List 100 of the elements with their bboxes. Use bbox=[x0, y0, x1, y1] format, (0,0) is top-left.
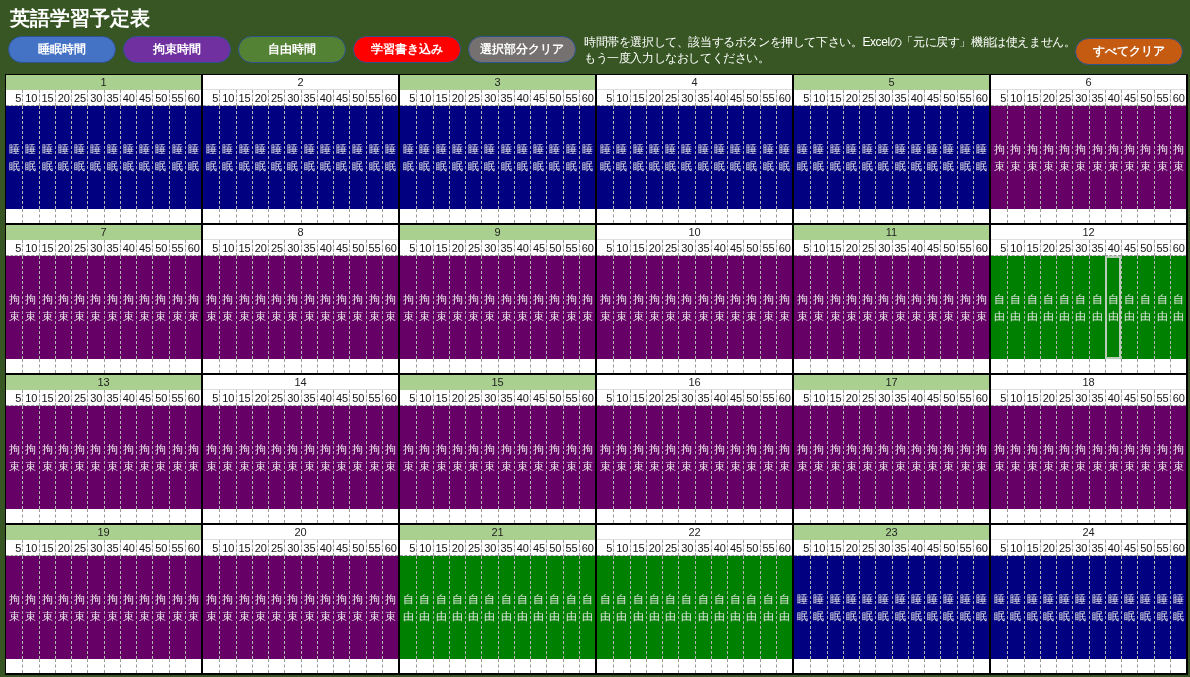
schedule-cell[interactable]: 拘束 bbox=[613, 406, 630, 509]
schedule-cell[interactable]: 睡眠 bbox=[1007, 556, 1024, 659]
schedule-cell[interactable]: 拘束 bbox=[136, 256, 153, 359]
schedule-cell[interactable]: 拘束 bbox=[465, 406, 482, 509]
schedule-cell[interactable]: 拘束 bbox=[727, 406, 744, 509]
schedule-cell[interactable]: 拘束 bbox=[530, 406, 547, 509]
schedule-cell[interactable]: 自由 bbox=[546, 556, 563, 659]
schedule-cell[interactable]: 拘束 bbox=[268, 556, 285, 659]
schedule-cell[interactable]: 拘束 bbox=[597, 406, 614, 509]
schedule-cell[interactable]: 睡眠 bbox=[203, 106, 220, 209]
schedule-cell[interactable]: 睡眠 bbox=[416, 106, 433, 209]
schedule-cell[interactable]: 拘束 bbox=[810, 406, 827, 509]
schedule-cell[interactable]: 拘束 bbox=[1072, 406, 1089, 509]
schedule-cell[interactable]: 拘束 bbox=[1007, 106, 1024, 209]
schedule-cell[interactable]: 拘束 bbox=[136, 406, 153, 509]
schedule-cell[interactable]: 拘束 bbox=[333, 406, 350, 509]
schedule-cell[interactable]: 自由 bbox=[613, 556, 630, 659]
schedule-cell[interactable]: 拘束 bbox=[810, 256, 827, 359]
schedule-cell[interactable]: 拘束 bbox=[6, 406, 23, 509]
action-button[interactable]: 睡眠時間 bbox=[8, 36, 116, 63]
schedule-cell[interactable]: 拘束 bbox=[546, 406, 563, 509]
schedule-cell[interactable]: 睡眠 bbox=[333, 106, 350, 209]
schedule-cell[interactable]: 睡眠 bbox=[727, 106, 744, 209]
schedule-cell[interactable]: 拘束 bbox=[875, 256, 892, 359]
schedule-cell[interactable]: 睡眠 bbox=[349, 106, 366, 209]
schedule-cell[interactable]: 拘束 bbox=[678, 256, 695, 359]
schedule-cell[interactable]: 自由 bbox=[481, 556, 498, 659]
schedule-cell[interactable]: 睡眠 bbox=[597, 106, 614, 209]
schedule-cell[interactable]: 睡眠 bbox=[1121, 556, 1138, 659]
schedule-cell[interactable]: 睡眠 bbox=[6, 106, 23, 209]
schedule-cell[interactable]: 睡眠 bbox=[268, 106, 285, 209]
schedule-cell[interactable]: 睡眠 bbox=[875, 106, 892, 209]
schedule-cell[interactable]: 拘束 bbox=[71, 256, 88, 359]
schedule-cell[interactable]: 拘束 bbox=[743, 256, 760, 359]
schedule-cell[interactable]: 拘束 bbox=[284, 556, 301, 659]
schedule-cell[interactable]: 睡眠 bbox=[810, 106, 827, 209]
schedule-cell[interactable]: 拘束 bbox=[1072, 106, 1089, 209]
schedule-cell[interactable]: 睡眠 bbox=[940, 556, 957, 659]
schedule-cell[interactable]: 自由 bbox=[991, 256, 1008, 359]
schedule-cell[interactable]: 拘束 bbox=[416, 256, 433, 359]
schedule-cell[interactable]: 拘束 bbox=[22, 406, 39, 509]
schedule-cell[interactable]: 拘束 bbox=[465, 256, 482, 359]
schedule-cell[interactable]: 自由 bbox=[1072, 256, 1089, 359]
schedule-cell[interactable]: 拘束 bbox=[859, 406, 876, 509]
schedule-cell[interactable]: 拘束 bbox=[219, 406, 236, 509]
schedule-cell[interactable]: 拘束 bbox=[333, 556, 350, 659]
schedule-cell[interactable]: 拘束 bbox=[875, 406, 892, 509]
schedule-cell[interactable]: 拘束 bbox=[284, 406, 301, 509]
action-button[interactable]: 学習書き込み bbox=[353, 36, 461, 63]
schedule-cell[interactable]: 拘束 bbox=[416, 406, 433, 509]
schedule-cell[interactable]: 拘束 bbox=[991, 106, 1008, 209]
schedule-cell[interactable]: 拘束 bbox=[613, 256, 630, 359]
schedule-cell[interactable]: 自由 bbox=[597, 556, 614, 659]
schedule-cell[interactable]: 拘束 bbox=[6, 556, 23, 659]
schedule-cell[interactable]: 拘束 bbox=[203, 406, 220, 509]
schedule-cell[interactable]: 拘束 bbox=[284, 256, 301, 359]
schedule-cell[interactable]: 拘束 bbox=[1056, 406, 1073, 509]
schedule-cell[interactable]: 睡眠 bbox=[530, 106, 547, 209]
schedule-cell[interactable]: 拘束 bbox=[743, 406, 760, 509]
schedule-cell[interactable]: 拘束 bbox=[859, 256, 876, 359]
schedule-cell[interactable]: 睡眠 bbox=[1137, 556, 1154, 659]
schedule-cell[interactable]: 自由 bbox=[465, 556, 482, 659]
schedule-cell[interactable]: 睡眠 bbox=[22, 106, 39, 209]
schedule-cell[interactable]: 拘束 bbox=[727, 256, 744, 359]
schedule-cell[interactable]: 睡眠 bbox=[152, 106, 169, 209]
schedule-cell[interactable]: 拘束 bbox=[481, 406, 498, 509]
schedule-cell[interactable]: 自由 bbox=[662, 556, 679, 659]
schedule-cell[interactable]: 拘束 bbox=[333, 256, 350, 359]
schedule-cell[interactable]: 拘束 bbox=[530, 256, 547, 359]
schedule-cell[interactable]: 拘束 bbox=[87, 556, 104, 659]
schedule-cell[interactable]: 拘束 bbox=[152, 556, 169, 659]
schedule-cell[interactable]: 自由 bbox=[1137, 256, 1154, 359]
schedule-cell[interactable]: 拘束 bbox=[940, 256, 957, 359]
schedule-cell[interactable]: 睡眠 bbox=[481, 106, 498, 209]
schedule-cell[interactable]: 拘束 bbox=[481, 256, 498, 359]
schedule-cell[interactable]: 自由 bbox=[743, 556, 760, 659]
schedule-cell[interactable]: 睡眠 bbox=[87, 106, 104, 209]
schedule-cell[interactable]: 自由 bbox=[1007, 256, 1024, 359]
schedule-cell[interactable]: 睡眠 bbox=[465, 106, 482, 209]
schedule-cell[interactable]: 自由 bbox=[530, 556, 547, 659]
schedule-cell[interactable]: 睡眠 bbox=[875, 556, 892, 659]
schedule-cell[interactable]: 拘束 bbox=[1056, 106, 1073, 209]
schedule-cell[interactable]: 拘束 bbox=[203, 256, 220, 359]
schedule-cell[interactable]: 拘束 bbox=[87, 406, 104, 509]
schedule-cell[interactable]: 拘束 bbox=[219, 256, 236, 359]
schedule-cell[interactable]: 自由 bbox=[416, 556, 433, 659]
schedule-cell[interactable]: 睡眠 bbox=[546, 106, 563, 209]
schedule-cell[interactable]: 拘束 bbox=[87, 256, 104, 359]
schedule-cell[interactable]: 自由 bbox=[727, 556, 744, 659]
schedule-cell[interactable]: 拘束 bbox=[1007, 406, 1024, 509]
schedule-cell[interactable]: 拘束 bbox=[22, 256, 39, 359]
schedule-cell[interactable]: 自由 bbox=[400, 556, 417, 659]
schedule-cell[interactable]: 睡眠 bbox=[662, 106, 679, 209]
schedule-cell[interactable]: 睡眠 bbox=[743, 106, 760, 209]
schedule-cell[interactable]: 拘束 bbox=[991, 406, 1008, 509]
schedule-cell[interactable]: 拘束 bbox=[349, 406, 366, 509]
schedule-cell[interactable]: 拘束 bbox=[1137, 406, 1154, 509]
schedule-cell[interactable]: 拘束 bbox=[662, 406, 679, 509]
schedule-cell[interactable]: 拘束 bbox=[268, 406, 285, 509]
schedule-cell[interactable]: 睡眠 bbox=[924, 556, 941, 659]
